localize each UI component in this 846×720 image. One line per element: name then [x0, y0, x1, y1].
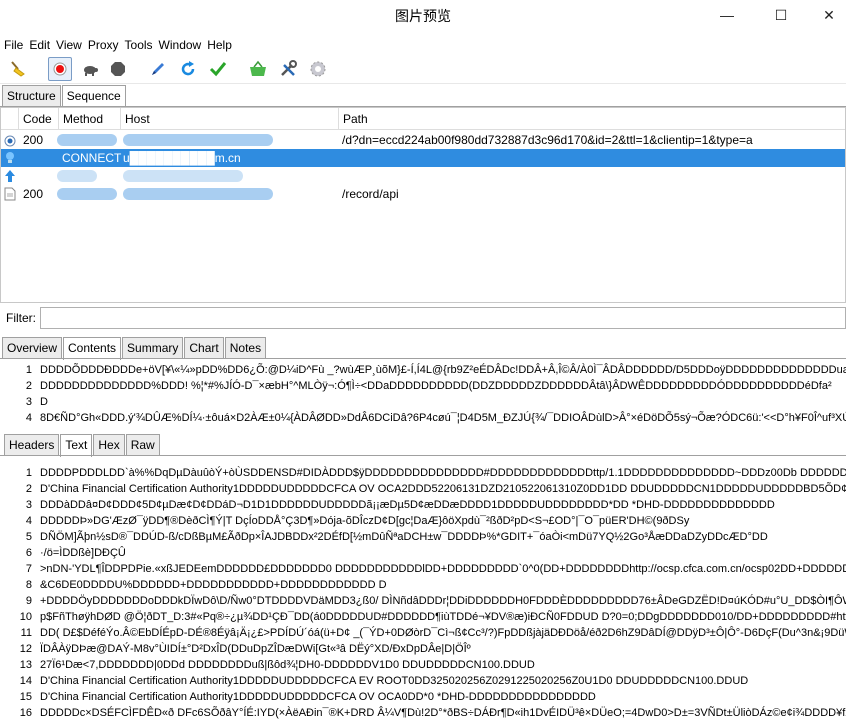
tab-divider	[0, 358, 846, 359]
tab-contents[interactable]: Contents	[63, 337, 122, 360]
menu-view[interactable]: View	[53, 36, 85, 54]
menu-tools[interactable]: Tools	[122, 36, 156, 54]
tools-icon[interactable]	[276, 57, 300, 81]
request-content: 1 DDDDÕDDDÐDDDe+öV[¥\«¼»pDD%DD6¿Õ:@D¼iD^F…	[25, 364, 846, 424]
table-row[interactable]	[1, 167, 845, 185]
view-tabs: Structure Sequence	[2, 85, 127, 108]
menu-proxy[interactable]: Proxy	[85, 36, 122, 54]
column-code[interactable]: Code	[19, 108, 59, 130]
sequence-table: Code Method Host Path 200 /d?dn=eccd224a…	[0, 107, 846, 303]
row-path: /d?dn=eccd224ab00f980dd732887d3c96d170&i…	[342, 133, 753, 147]
tab-sequence[interactable]: Sequence	[61, 85, 126, 108]
row-host: u██████████m.cn	[123, 151, 241, 165]
redacted-method	[57, 188, 117, 200]
tab-text[interactable]: Text	[60, 434, 93, 457]
column-method[interactable]: Method	[59, 108, 121, 130]
menu-bar: File Edit View Proxy Tools Window Help	[0, 36, 846, 54]
check-icon[interactable]	[206, 57, 230, 81]
tab-overview[interactable]: Overview	[2, 337, 63, 359]
table-row-selected[interactable]: CONNECT u██████████m.cn	[1, 149, 845, 167]
turtle-icon[interactable]	[78, 57, 102, 81]
request-tabs: Overview Contents Summary Chart Notes	[2, 337, 267, 360]
title-bar: 图片预览 — ☐ ✕	[0, 0, 846, 32]
row-code: 200	[23, 187, 44, 201]
menu-help[interactable]: Help	[204, 36, 235, 54]
tab-structure[interactable]: Structure	[2, 85, 61, 107]
broom-icon[interactable]	[6, 57, 30, 81]
column-icon	[1, 108, 19, 130]
stop-icon[interactable]	[106, 57, 130, 81]
table-row[interactable]: 200 /record/api	[1, 185, 845, 206]
redacted-method	[57, 170, 97, 182]
row-path: /record/api	[342, 187, 399, 201]
settings-icon[interactable]	[306, 57, 330, 81]
pen-icon[interactable]	[146, 57, 170, 81]
table-row[interactable]: 200 /d?dn=eccd224ab00f980dd732887d3c96d1…	[1, 131, 845, 149]
tab-hex[interactable]: Hex	[93, 434, 125, 456]
toolbar	[0, 54, 846, 84]
tab-raw[interactable]: Raw	[125, 434, 160, 456]
column-path[interactable]: Path	[339, 108, 845, 130]
tab-summary[interactable]: Summary	[122, 337, 184, 359]
refresh-icon[interactable]	[176, 57, 200, 81]
column-host[interactable]: Host	[121, 108, 339, 130]
menu-file[interactable]: File	[0, 36, 26, 54]
filter-label: Filter:	[6, 311, 36, 325]
row-code: 200	[23, 133, 44, 147]
tab-chart[interactable]: Chart	[184, 337, 224, 359]
document-icon	[4, 187, 16, 206]
redacted-host	[123, 134, 273, 146]
close-button[interactable]: ✕	[812, 0, 846, 30]
menu-edit[interactable]: Edit	[26, 36, 53, 54]
record-icon[interactable]	[48, 57, 72, 81]
filter-bar: Filter:	[0, 304, 846, 332]
response-content: 1 DDDDPDDDLDD`à%%DqDµDàuûòÝ+òÙSDDENSD#DID…	[19, 467, 846, 719]
redacted-host	[123, 188, 273, 200]
filter-input[interactable]	[40, 307, 846, 329]
basket-icon[interactable]	[246, 57, 270, 81]
response-tabs: Headers Text Hex Raw	[4, 434, 161, 457]
row-method: CONNECT	[62, 151, 122, 165]
minimize-button[interactable]: —	[710, 0, 744, 30]
menu-window[interactable]: Window	[156, 36, 205, 54]
redacted-method	[57, 134, 117, 146]
tab-headers[interactable]: Headers	[4, 434, 60, 456]
redacted-host	[123, 170, 243, 182]
maximize-button[interactable]: ☐	[764, 0, 798, 30]
tab-notes[interactable]: Notes	[224, 337, 267, 359]
tab-divider	[0, 455, 846, 456]
